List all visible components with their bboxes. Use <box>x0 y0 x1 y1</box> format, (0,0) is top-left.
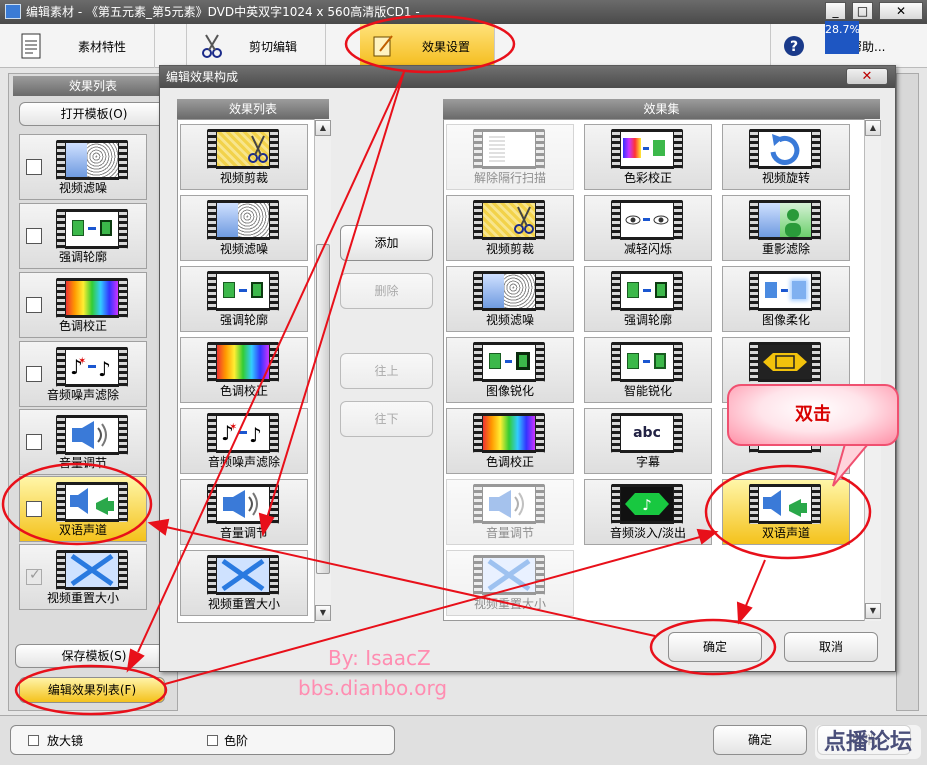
annotation-ellipse-edit-list <box>14 664 168 716</box>
callout-pointer <box>832 443 871 487</box>
double-click-callout: 双击 <box>727 384 899 446</box>
annotation-arrowhead <box>147 518 170 536</box>
annotation-ellipse-effects-tab <box>344 14 516 74</box>
site-watermark: bbs.dianbo.org <box>298 676 448 700</box>
annotation-ellipse-ok-button <box>649 618 777 676</box>
annotation-arrow <box>266 71 405 519</box>
annotation-arrow <box>137 71 405 653</box>
annotation-ellipse-bilingual-item <box>1 462 153 546</box>
author-watermark: By: IsaacZ <box>328 646 431 670</box>
annotation-arrow <box>165 526 656 637</box>
forum-logo: 点播论坛 <box>815 725 921 759</box>
annotation-arrowhead <box>258 512 275 537</box>
annotation-arrow <box>164 536 701 685</box>
annotation-arrowhead <box>126 648 145 673</box>
annotation-ellipse-bilingual-cell <box>704 464 872 560</box>
annotation-arrowhead <box>696 528 719 545</box>
annotation-arrow <box>744 559 766 609</box>
annotation-arrowhead <box>736 601 753 625</box>
annotation-overlay <box>1 14 872 716</box>
